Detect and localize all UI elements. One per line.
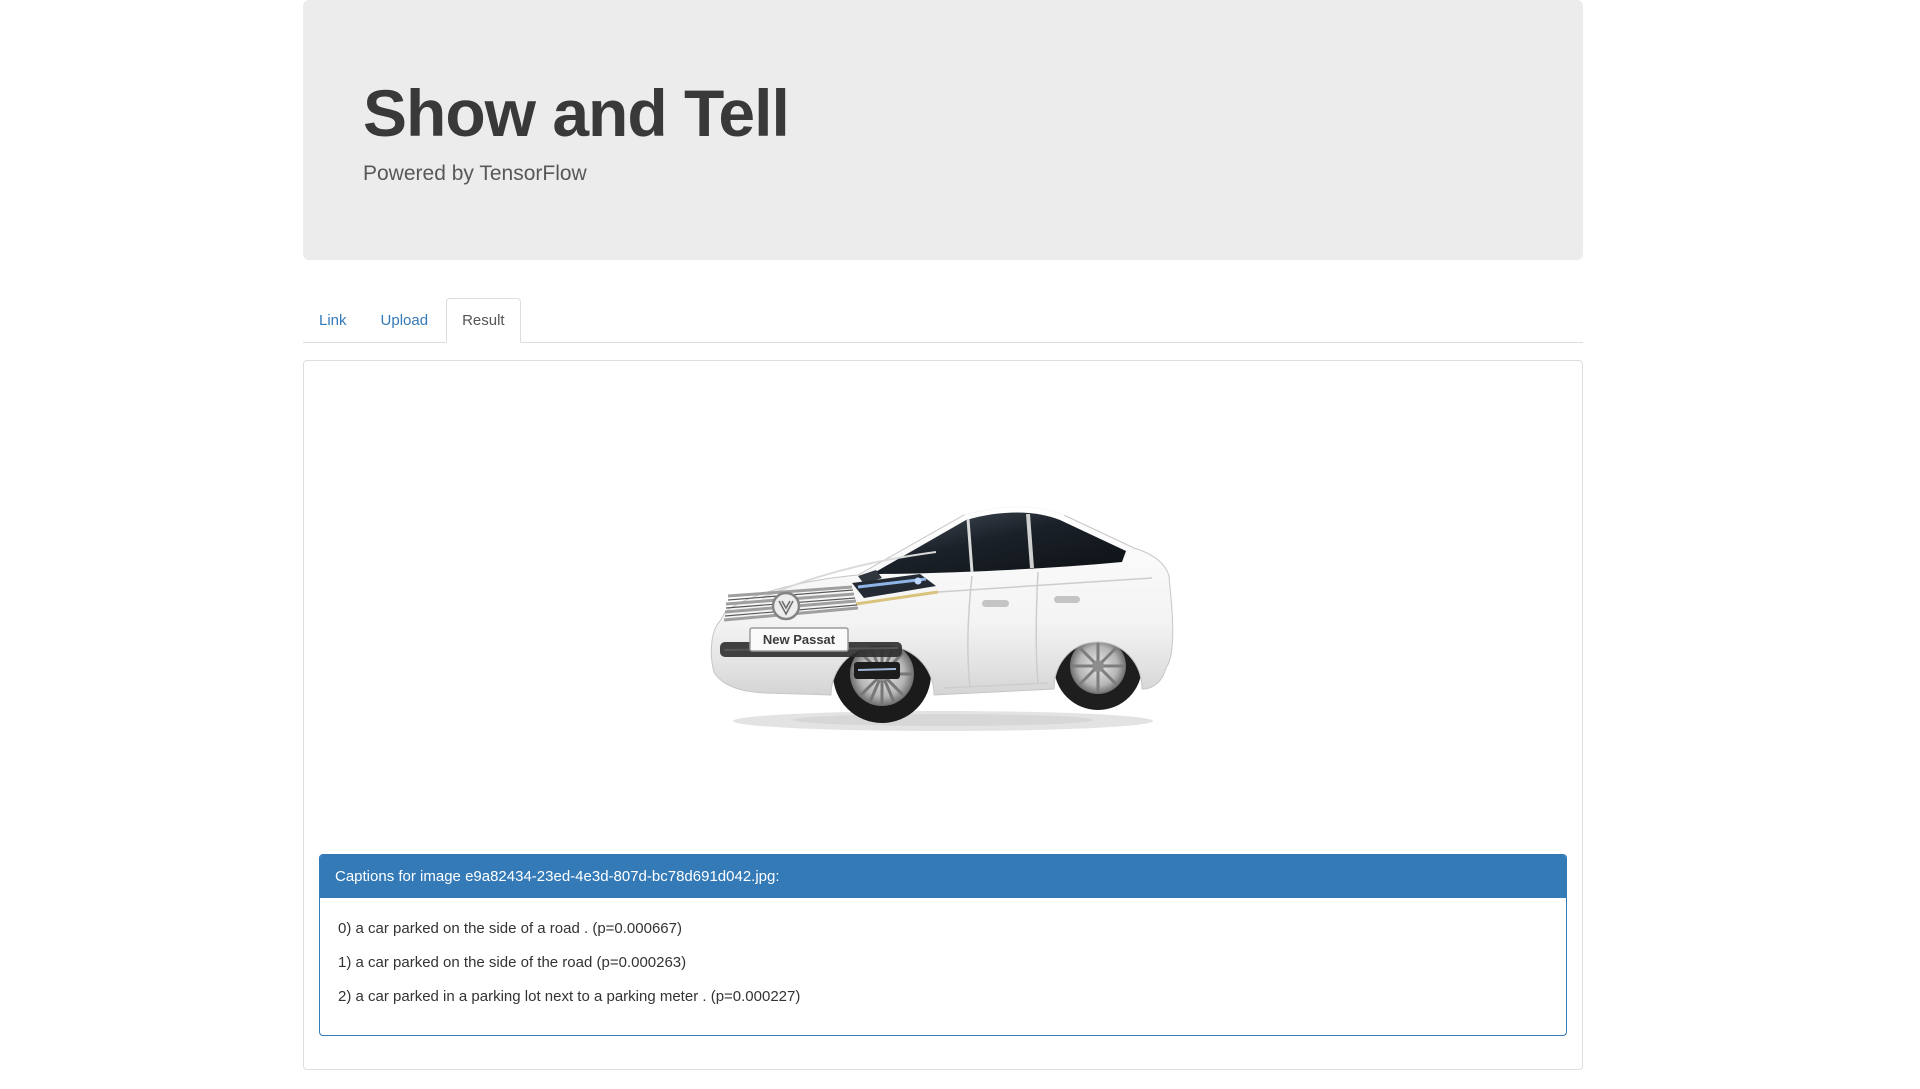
tab-upload[interactable]: Upload [365, 298, 445, 343]
car-shadow [733, 711, 1153, 731]
car-door-handle-front [982, 600, 1009, 607]
captions-panel-heading: Captions for image e9a82434-23ed-4e3d-80… [320, 855, 1566, 898]
page-subtitle: Powered by TensorFlow [363, 162, 587, 185]
caption-item: 1) a car parked on the side of the road … [338, 954, 687, 971]
main-container: Show and Tell Powered by TensorFlow Link… [303, 0, 1583, 1070]
captions-panel: Captions for image e9a82434-23ed-4e3d-80… [319, 854, 1567, 1036]
page-title: Show and Tell [363, 76, 790, 150]
car-image: New Passat [710, 505, 1174, 731]
result-image-area: New Passat [319, 376, 1567, 854]
tab-result[interactable]: Result [446, 298, 521, 343]
caption-item: 2) a car parked in a parking lot next to… [338, 988, 801, 1005]
tab-link[interactable]: Link [303, 298, 363, 343]
captions-list: 0) a car parked on the side of a road . … [320, 898, 1566, 1035]
car-windows [872, 512, 1126, 574]
tab-bar: Link Upload Result [303, 298, 1583, 343]
car-badge: New Passat [749, 627, 849, 652]
car-door-handle-rear [1054, 596, 1080, 603]
car-badge-label: New Passat [763, 632, 836, 647]
caption-item: 0) a car parked on the side of a road . … [338, 920, 682, 937]
result-panel: New Passat Captions for image e9a82434-2… [303, 360, 1583, 1070]
jumbotron-header: Show and Tell Powered by TensorFlow [303, 0, 1583, 260]
